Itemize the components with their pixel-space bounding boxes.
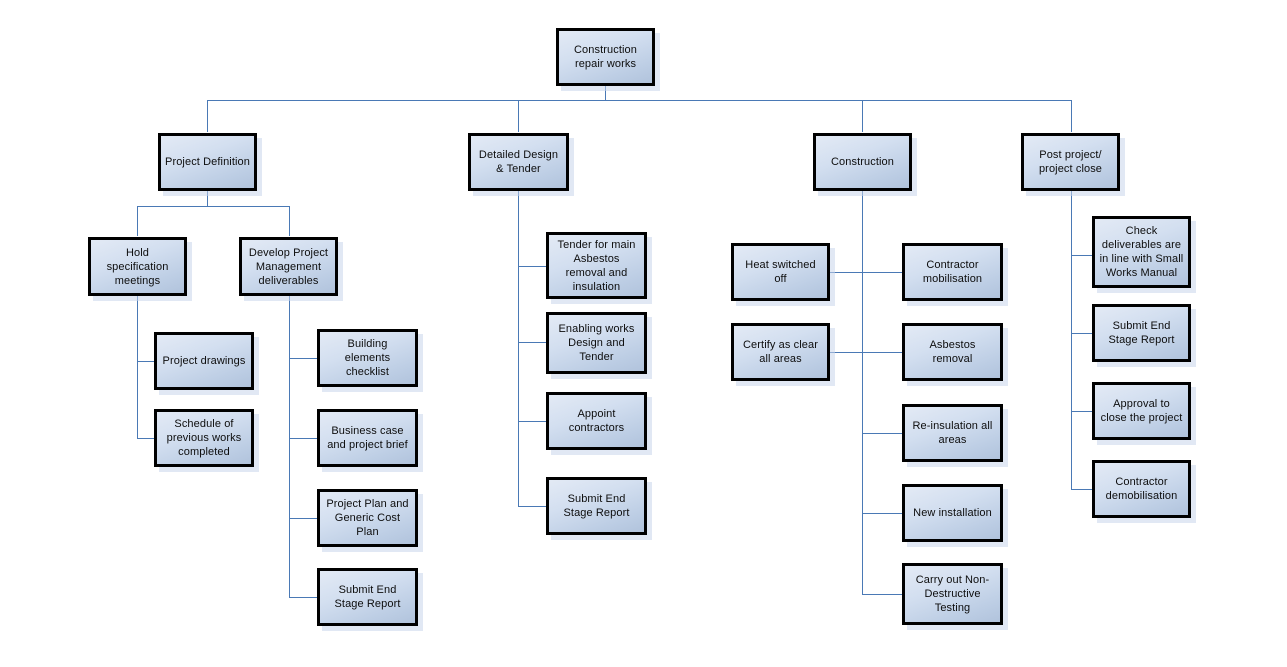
connector-develop-pm-trunk (289, 296, 290, 598)
connector-post-project-to-child-4 (1071, 489, 1092, 490)
connector-bus-to-post-project (1071, 100, 1072, 132)
node-label: Detailed Design & Tender (478, 149, 559, 175)
node-label: Carry out Non-Destructive Testing (915, 574, 990, 614)
connector-detailed-design-to-child-3 (518, 421, 546, 422)
node-tender-for-main-asbestos-removal-and-insulation[interactable]: Tender for main Asbestos removal and ins… (546, 232, 647, 299)
node-label: Building elements checklist (344, 338, 391, 378)
node-business-case-and-project-brief[interactable]: Business case and project brief (317, 409, 418, 467)
connector-post-project-trunk (1071, 191, 1072, 489)
connector-project-definition-bus (137, 206, 289, 207)
node-contractor-mobilisation[interactable]: Contractor mobilisation (902, 243, 1003, 301)
connector-construction-to-right-child-3 (862, 433, 902, 434)
node-project-plan-and-generic-cost-plan[interactable]: Project Plan and Generic Cost Plan (317, 489, 418, 547)
node-submit-end-stage-report-pp[interactable]: Submit End Stage Report (1092, 304, 1191, 362)
node-appoint-contractors[interactable]: Appoint contractors (546, 392, 647, 450)
node-label: Certify as clear all areas (743, 339, 818, 365)
node-heat-switched-off[interactable]: Heat switched off (731, 243, 830, 301)
node-phase-construction[interactable]: Construction (813, 133, 912, 191)
connector-hold-spec-to-child-1 (137, 361, 154, 362)
connector-develop-pm-to-child-2 (289, 438, 317, 439)
connector-construction-to-left-child-2 (830, 352, 862, 353)
node-building-elements-checklist[interactable]: Building elements checklist (317, 329, 418, 387)
connector-bus-to-project-definition (207, 100, 208, 132)
connector-root-bus (207, 100, 1071, 101)
connector-develop-pm-to-child-1 (289, 358, 317, 359)
node-label: Submit End Stage Report (563, 493, 630, 519)
node-label: Appoint contractors (568, 408, 625, 434)
node-label: Tender for main Asbestos removal and ins… (557, 238, 636, 293)
node-label: Contractor mobilisation (922, 259, 983, 285)
connector-construction-to-right-child-5 (862, 594, 902, 595)
node-label: Post project/ project close (1038, 149, 1103, 175)
node-label: Project Definition (165, 156, 250, 168)
node-label: Construction repair works (574, 44, 637, 70)
connector-construction-to-left-child-1 (830, 272, 862, 273)
node-label: Business case and project brief (327, 425, 408, 451)
connector-bus-to-detailed-design (518, 100, 519, 132)
connector-construction-to-right-child-2 (862, 352, 902, 353)
node-schedule-of-previous-works-completed[interactable]: Schedule of previous works completed (154, 409, 254, 467)
connector-construction-to-right-child-1 (862, 272, 902, 273)
node-label: Construction (831, 156, 894, 168)
node-label: Submit End Stage Report (334, 584, 401, 610)
node-label: Hold specification meetings (106, 246, 169, 287)
wbs-diagram-canvas: Construction repair works Project Defini… (0, 0, 1287, 667)
connector-to-develop-pm (289, 206, 290, 236)
connector-to-hold-specification (137, 206, 138, 236)
node-label: Heat switched off (745, 259, 816, 285)
node-label: New installation (913, 507, 992, 519)
node-label: Project Plan and Generic Cost Plan (326, 498, 409, 538)
node-new-installation[interactable]: New installation (902, 484, 1003, 542)
node-enabling-works-design-and-tender[interactable]: Enabling works Design and Tender (546, 312, 647, 374)
connector-post-project-to-child-1 (1071, 255, 1092, 256)
connector-develop-pm-to-child-4 (289, 597, 317, 598)
node-label: Asbestos removal (929, 339, 976, 365)
connector-construction-to-right-child-4 (862, 513, 902, 514)
node-label: Develop Project Management deliverables (248, 246, 329, 287)
connector-post-project-to-child-2 (1071, 333, 1092, 334)
node-label: Approval to close the project (1100, 398, 1183, 424)
node-asbestos-removal[interactable]: Asbestos removal (902, 323, 1003, 381)
node-carry-out-non-destructive-testing[interactable]: Carry out Non-Destructive Testing (902, 563, 1003, 625)
node-check-deliverables-small-works-manual[interactable]: Check deliverables are in line with Smal… (1092, 216, 1191, 288)
node-contractor-demobilisation[interactable]: Contractor demobilisation (1092, 460, 1191, 518)
node-submit-end-stage-report-pd[interactable]: Submit End Stage Report (317, 568, 418, 626)
connector-root-stem (605, 86, 606, 101)
node-develop-project-management-deliverables[interactable]: Develop Project Management deliverables (239, 237, 338, 296)
connector-hold-spec-trunk (137, 296, 138, 439)
connector-bus-to-construction (862, 100, 863, 132)
connector-construction-trunk (862, 191, 863, 595)
connector-detailed-design-to-child-1 (518, 266, 546, 267)
connector-project-definition-stem (207, 191, 208, 206)
node-label: Enabling works Design and Tender (558, 323, 635, 363)
connector-develop-pm-to-child-3 (289, 518, 317, 519)
connector-detailed-design-to-child-4 (518, 506, 546, 507)
connector-detailed-design-to-child-2 (518, 342, 546, 343)
node-label: Contractor demobilisation (1105, 476, 1178, 502)
node-label: Schedule of previous works completed (166, 418, 242, 458)
node-label: Check deliverables are in line with Smal… (1099, 225, 1184, 279)
node-hold-specification-meetings[interactable]: Hold specification meetings (88, 237, 187, 296)
node-certify-as-clear-all-areas[interactable]: Certify as clear all areas (731, 323, 830, 381)
node-project-drawings[interactable]: Project drawings (154, 332, 254, 390)
node-re-insulation-all-areas[interactable]: Re-insulation all areas (902, 404, 1003, 462)
node-label: Submit End Stage Report (1108, 320, 1175, 346)
node-phase-detailed-design-tender[interactable]: Detailed Design & Tender (468, 133, 569, 191)
node-phase-post-project-close[interactable]: Post project/ project close (1021, 133, 1120, 191)
connector-hold-spec-to-child-2 (137, 438, 154, 439)
node-label: Re-insulation all areas (912, 420, 993, 446)
node-phase-project-definition[interactable]: Project Definition (158, 133, 257, 191)
node-root-construction-repair-works[interactable]: Construction repair works (556, 28, 655, 86)
node-approval-to-close-the-project[interactable]: Approval to close the project (1092, 382, 1191, 440)
connector-post-project-to-child-3 (1071, 411, 1092, 412)
node-label: Project drawings (162, 355, 246, 367)
connector-detailed-design-trunk (518, 191, 519, 506)
node-submit-end-stage-report-dd[interactable]: Submit End Stage Report (546, 477, 647, 535)
